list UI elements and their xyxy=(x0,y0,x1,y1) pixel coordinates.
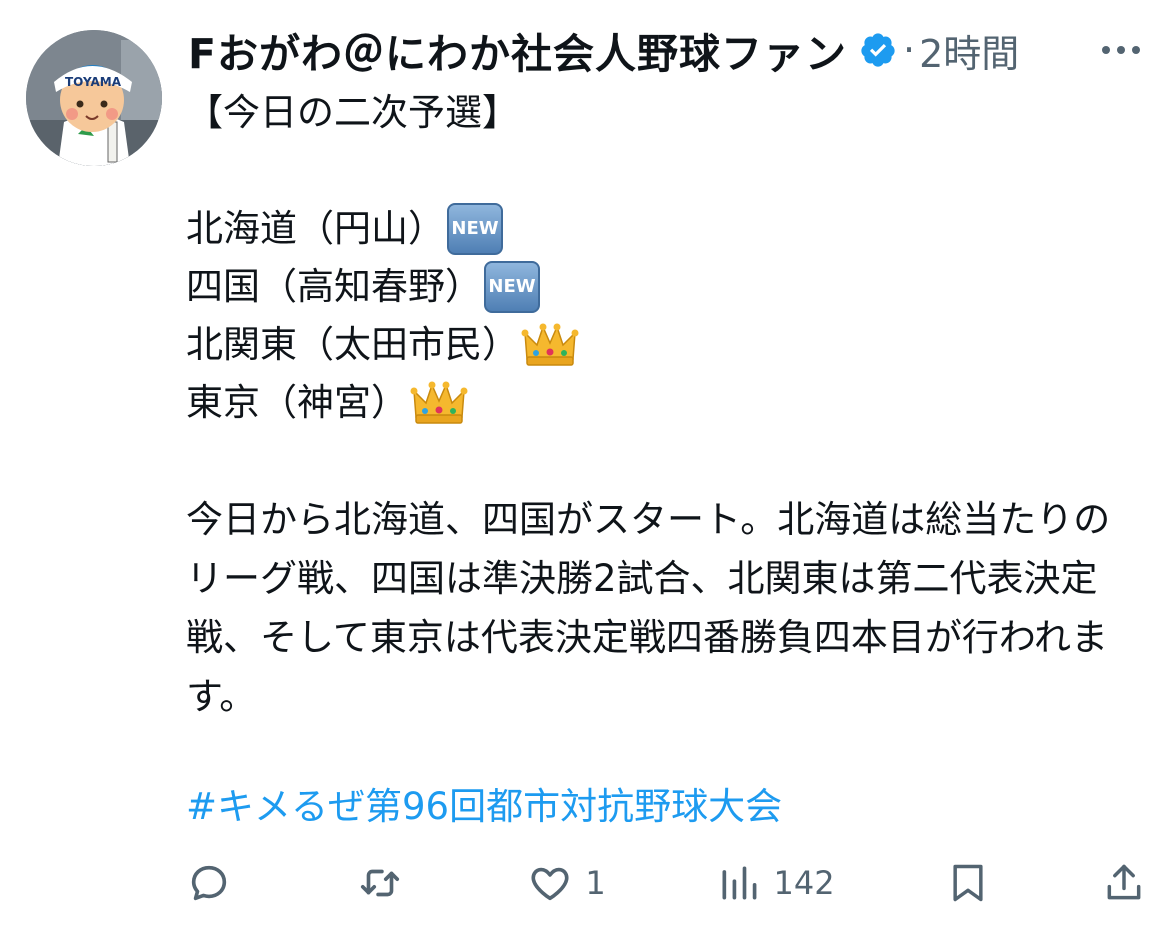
more-options-icon[interactable] xyxy=(1098,40,1144,60)
venue-line: 北関東（太田市民） xyxy=(186,316,1144,374)
crown-emoji-icon xyxy=(521,323,579,366)
venue-line: 北海道（円山） NEW xyxy=(186,200,1144,258)
views-chart-icon xyxy=(722,866,757,900)
new-emoji-icon: NEW xyxy=(484,261,540,313)
new-emoji-icon: NEW xyxy=(447,203,503,255)
hashtag-link[interactable]: #キメるぜ第96回都市対抗野球大会 xyxy=(186,776,782,830)
tweet-header: Fおがわ＠にわか社会人野球ファン · 2時間 xyxy=(188,20,1144,80)
views-button[interactable]: 142 xyxy=(717,860,835,906)
bookmark-icon xyxy=(953,864,983,902)
heart-icon xyxy=(531,867,569,901)
repost-icon xyxy=(360,869,399,897)
tweet-heading: 【今日の二次予選】 xyxy=(186,91,519,134)
action-bar: 1 142 xyxy=(186,852,1146,914)
venue-text: 北関東（太田市民） xyxy=(186,323,519,366)
user-display-name[interactable]: Fおがわ＠にわか社会人野球ファン xyxy=(188,20,847,80)
separator-dot: · xyxy=(903,28,916,72)
venue-text: 東京（神宮） xyxy=(186,381,408,424)
verified-badge-icon xyxy=(861,33,895,67)
reply-button[interactable] xyxy=(186,860,244,906)
share-button[interactable] xyxy=(1102,860,1146,906)
tweet-paragraph: 今日から北海道、四国がスタート。北海道は総当たりのリーグ戦、四国は準決勝2試合、… xyxy=(186,498,1111,718)
view-count: 142 xyxy=(773,864,835,902)
bookmark-button[interactable] xyxy=(946,860,990,906)
tweet-text: 【今日の二次予選】 北海道（円山） NEW 四国（高知春野） NEW 北関東（太… xyxy=(186,84,1144,726)
venue-text: 北海道（円山） xyxy=(186,207,445,250)
avatar[interactable]: TOYAMA xyxy=(26,30,162,166)
like-count: 1 xyxy=(585,864,606,902)
venue-line: 東京（神宮） xyxy=(186,374,1144,432)
mascot-avatar-image: TOYAMA xyxy=(26,30,162,166)
tweet-timestamp[interactable]: 2時間 xyxy=(919,23,1019,78)
share-icon xyxy=(1107,864,1141,900)
crown-emoji-icon xyxy=(410,381,468,424)
svg-text:TOYAMA: TOYAMA xyxy=(65,75,122,89)
like-button[interactable]: 1 xyxy=(527,860,606,906)
venue-text: 四国（高知春野） xyxy=(186,265,482,308)
venue-line: 四国（高知春野） NEW xyxy=(186,258,1144,316)
repost-button[interactable] xyxy=(356,860,416,906)
reply-icon xyxy=(191,865,227,901)
